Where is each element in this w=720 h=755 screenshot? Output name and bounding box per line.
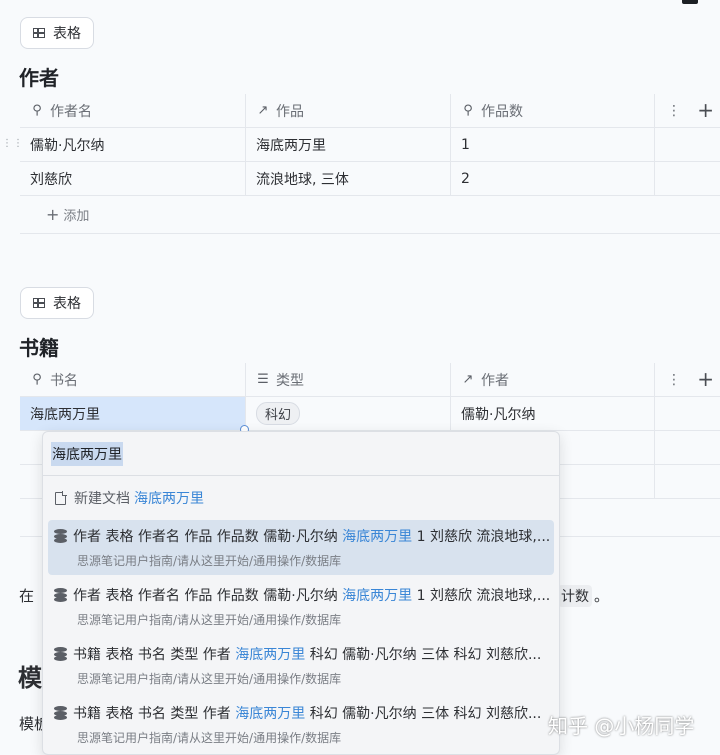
relation-arrow-icon: ↗ [257,103,269,118]
search-result-item[interactable]: 书籍 表格 书名 类型 作者 海底两万里 科幻 儒勒·凡尔纳 三体 科幻 刘慈欣… [48,638,554,693]
key-icon: ⚲ [32,372,42,387]
search-result-item[interactable]: 作者 表格 作者名 作品 作品数 儒勒·凡尔纳 海底两万里 1 刘慈欣 流浪地球… [48,579,554,634]
key-icon: ⚲ [32,103,42,118]
result-path: 思源笔记用户指南/请从这里开始/通用操作/数据库 [77,554,342,568]
cell-author[interactable]: 儒勒·凡尔纳 [451,397,655,430]
cell-work-count[interactable]: 2 [451,162,655,195]
table-header-row: ⚲ 作者名 ↗ 作品 ⚲ 作品数 ⋮ + [20,94,720,128]
cell-empty [655,128,720,161]
add-column-button[interactable]: + [697,367,714,391]
database-title[interactable]: 作者 [19,62,59,91]
relation-arrow-icon: ↗ [462,372,474,387]
section-heading: 模 [18,664,42,692]
column-header-work-count[interactable]: ⚲ 作品数 [451,94,655,127]
cell-work-count[interactable]: 1 [451,128,655,161]
table-row: ⋮⋮ 儒勒·凡尔纳 海底两万里 1 [2,128,720,162]
column-header-works[interactable]: ↗ 作品 [246,94,451,127]
search-result-item[interactable]: 作者 表格 作者名 作品 作品数 儒勒·凡尔纳 海底两万里 1 刘慈欣 流浪地球… [48,520,554,575]
list-icon: ☰ [257,372,269,387]
relation-search-popup: 海底两万里 新建文档 海底两万里 作者 表格 作者名 作品 作品数 儒勒·凡尔纳… [42,431,560,755]
database-icon [54,706,67,720]
column-header-author[interactable]: ↗ 作者 [451,363,655,396]
document-icon [55,490,67,505]
result-path: 思源笔记用户指南/请从这里开始/通用操作/数据库 [77,613,342,627]
cell-empty [655,431,720,464]
cell-empty [655,162,720,195]
plus-icon: + [46,205,60,224]
more-options-icon[interactable]: ⋮ [667,372,681,388]
column-header-author-name[interactable]: ⚲ 作者名 [20,94,246,127]
more-options-icon[interactable]: ⋮ [667,103,681,119]
result-path: 思源笔记用户指南/请从这里开始/通用操作/数据库 [77,731,342,745]
column-header-book-name[interactable]: ⚲ 书名 [20,363,246,396]
column-header-type[interactable]: ☰ 类型 [246,363,451,396]
table-view-button[interactable]: 表格 [20,287,94,319]
search-input[interactable]: 海底两万里 [43,432,559,476]
add-column-button[interactable]: + [697,98,714,122]
paragraph-text: 在 [19,587,35,605]
inline-code: 计数 [558,585,592,607]
table-icon [33,298,45,308]
view-label: 表格 [53,296,81,312]
cell-works[interactable]: 海底两万里 [246,128,451,161]
cell-book-name-selected[interactable]: 海底两万里 [20,397,249,434]
add-row-button[interactable]: + 添加 [20,196,720,234]
database-title[interactable]: 书籍 [19,332,59,361]
window-corner-mark [682,0,698,4]
table-row: 刘慈欣 流浪地球, 三体 2 [20,162,720,196]
database-icon [54,647,67,661]
database-icon [54,588,67,602]
cell-type[interactable]: 科幻 [246,397,451,430]
paragraph-period: 。 [594,587,610,605]
result-path: 思源笔记用户指南/请从这里开始/通用操作/数据库 [77,672,342,686]
cell-author-name[interactable]: 儒勒·凡尔纳 [20,128,246,161]
cell-empty [655,465,720,498]
cell-empty [655,397,720,430]
new-document-option[interactable]: 新建文档 海底两万里 [43,476,559,520]
drag-handle-icon[interactable]: ⋮⋮ [2,138,24,149]
cell-author-name[interactable]: 刘慈欣 [20,162,246,195]
search-icon: ⚲ [463,103,473,118]
table-row: 海底两万里 科幻 儒勒·凡尔纳 [20,397,720,434]
database-icon [54,529,67,543]
type-tag: 科幻 [256,402,301,425]
cell-works[interactable]: 流浪地球, 三体 [246,162,451,195]
table-view-button[interactable]: 表格 [20,17,94,49]
authors-table: ⚲ 作者名 ↗ 作品 ⚲ 作品数 ⋮ + ⋮⋮ 儒勒·凡尔纳 海底两万里 1 刘… [2,94,720,234]
table-header-row: ⚲ 书名 ☰ 类型 ↗ 作者 ⋮ + [20,363,720,397]
search-result-item[interactable]: 书籍 表格 书名 类型 作者 海底两万里 科幻 儒勒·凡尔纳 三体 科幻 刘慈欣… [48,697,554,752]
watermark: 知乎 @小杨同学 [548,714,695,738]
view-label: 表格 [53,26,81,42]
table-icon [33,28,45,38]
